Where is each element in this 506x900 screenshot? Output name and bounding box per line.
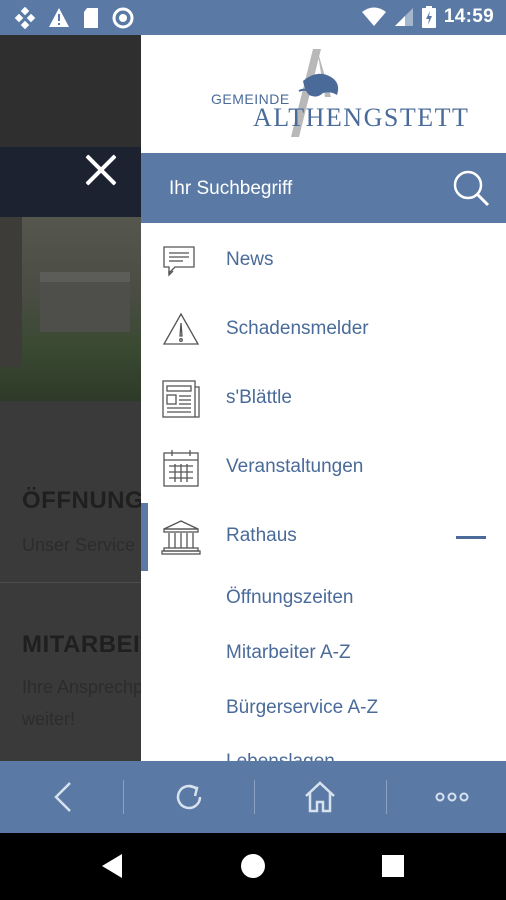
reload-icon	[176, 784, 202, 810]
background-photo-tree	[0, 217, 22, 367]
background-page: ÖFFNUNGSZEITEN Unser Service MITARBEITER…	[0, 35, 141, 761]
logo-big-text: ALTHENGSTETT	[253, 103, 470, 132]
menu-item-label: Rathaus	[226, 525, 297, 546]
background-photo	[0, 217, 141, 401]
menu-item-news[interactable]: News	[141, 227, 506, 295]
submenu-item-staff[interactable]: Mitarbeiter A-Z	[226, 642, 351, 664]
circle-home-icon	[241, 854, 265, 878]
background-text-contact: Ihre Ansprechpartner	[22, 677, 141, 697]
collapse-minus-icon[interactable]	[456, 536, 486, 539]
sync-icon	[112, 7, 134, 29]
more-button[interactable]	[389, 761, 506, 833]
toolbar-divider	[123, 780, 124, 814]
home-icon	[305, 781, 335, 813]
search-icon	[453, 170, 490, 207]
search-bar	[141, 153, 506, 223]
status-bar-system: 14:59	[361, 6, 494, 28]
newspaper-icon	[162, 380, 200, 418]
background-nav-bar	[0, 147, 141, 217]
app-notification-icon	[14, 7, 36, 29]
system-home-button[interactable]	[233, 846, 273, 886]
background-heading-staff: MITARBEITER	[22, 631, 141, 658]
triangle-back-icon	[102, 854, 122, 878]
toolbar-divider	[254, 780, 255, 814]
menu-item-label: s'Blättle	[226, 387, 292, 408]
background-header	[0, 35, 141, 147]
search-input[interactable]	[169, 173, 439, 205]
sd-card-icon	[84, 8, 98, 28]
town-hall-icon	[161, 520, 201, 555]
bottom-toolbar	[0, 761, 506, 833]
background-text-service: Unser Service	[22, 535, 136, 555]
square-recents-icon	[382, 855, 404, 877]
system-navigation-bar	[0, 833, 506, 900]
alert-icon	[49, 8, 69, 27]
more-icon	[435, 792, 469, 802]
status-bar-notifications	[14, 7, 134, 29]
signal-icon	[394, 8, 413, 26]
logo[interactable]: GEMEINDE ALTHENGSTETT	[141, 35, 506, 153]
background-photo-building	[40, 272, 130, 332]
status-bar: 14:59	[0, 0, 506, 35]
close-menu-button[interactable]	[83, 152, 119, 188]
navigation-drawer: GEMEINDE ALTHENGSTETT News	[141, 35, 506, 761]
calendar-icon	[163, 450, 199, 487]
menu-item-events[interactable]: Veranstaltungen	[141, 434, 506, 502]
submenu-item-opening-hours[interactable]: Öffnungszeiten	[226, 587, 353, 609]
menu-item-town-hall[interactable]: Rathaus	[141, 503, 506, 571]
background-divider	[0, 582, 141, 583]
toolbar-divider	[386, 780, 387, 814]
menu-item-label: Veranstaltungen	[226, 456, 364, 477]
menu-item-damage-reporter[interactable]: Schadensmelder	[141, 296, 506, 364]
home-button[interactable]	[257, 761, 383, 833]
back-button[interactable]	[0, 761, 126, 833]
background-text-more: weiter!	[22, 709, 76, 729]
reload-button[interactable]	[126, 761, 252, 833]
system-recents-button[interactable]	[373, 846, 413, 886]
menu-item-label: News	[226, 249, 274, 270]
warning-triangle-icon	[162, 312, 200, 345]
background-heading-opening-hours: ÖFFNUNGSZEITEN	[22, 487, 141, 514]
menu-item-newsletter[interactable]: s'Blättle	[141, 365, 506, 433]
submenu-item-citizen-service[interactable]: Bürgerservice A-Z	[226, 697, 378, 719]
clock: 14:59	[443, 6, 494, 27]
search-button[interactable]	[452, 169, 490, 207]
system-back-button[interactable]	[94, 846, 134, 886]
back-icon	[54, 782, 71, 812]
wifi-icon	[361, 7, 386, 26]
background-content	[0, 401, 141, 761]
speech-bubbles-icon	[163, 246, 195, 277]
battery-charging-icon	[421, 6, 436, 28]
submenu-item-life-situations[interactable]: Lebenslagen	[226, 751, 335, 761]
menu-item-label: Schadensmelder	[226, 318, 369, 339]
